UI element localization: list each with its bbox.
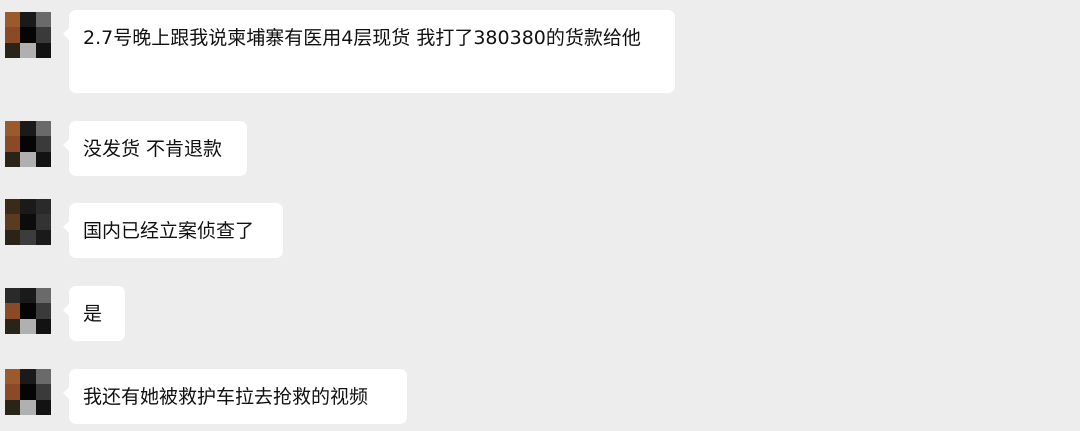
message-text: 2.7号晚上跟我说柬埔寨有医用4层现货 我打了380380的货款给他 [83, 27, 641, 49]
message-bubble[interactable]: 没发货 不肯退款 [63, 121, 247, 176]
message-bubble[interactable]: 2.7号晚上跟我说柬埔寨有医用4层现货 我打了380380的货款给他 [63, 10, 675, 93]
chat-transcript: 2.7号晚上跟我说柬埔寨有医用4层现货 我打了380380的货款给他 没发货 不… [0, 0, 1080, 431]
message-text: 我还有她被救护车拉去抢救的视频 [83, 386, 369, 408]
message-bubble[interactable]: 我还有她被救护车拉去抢救的视频 [63, 369, 407, 424]
message-text: 是 [83, 303, 103, 325]
message-text: 没发货 不肯退款 [83, 138, 223, 160]
avatar[interactable] [5, 199, 51, 245]
avatar[interactable] [5, 369, 51, 415]
message-bubble[interactable]: 是 [63, 286, 125, 341]
avatar[interactable] [5, 288, 51, 334]
message-bubble[interactable]: 国内已经立案侦查了 [63, 203, 283, 258]
avatar[interactable] [5, 121, 51, 167]
message-text: 国内已经立案侦查了 [83, 220, 255, 242]
avatar[interactable] [5, 12, 51, 58]
